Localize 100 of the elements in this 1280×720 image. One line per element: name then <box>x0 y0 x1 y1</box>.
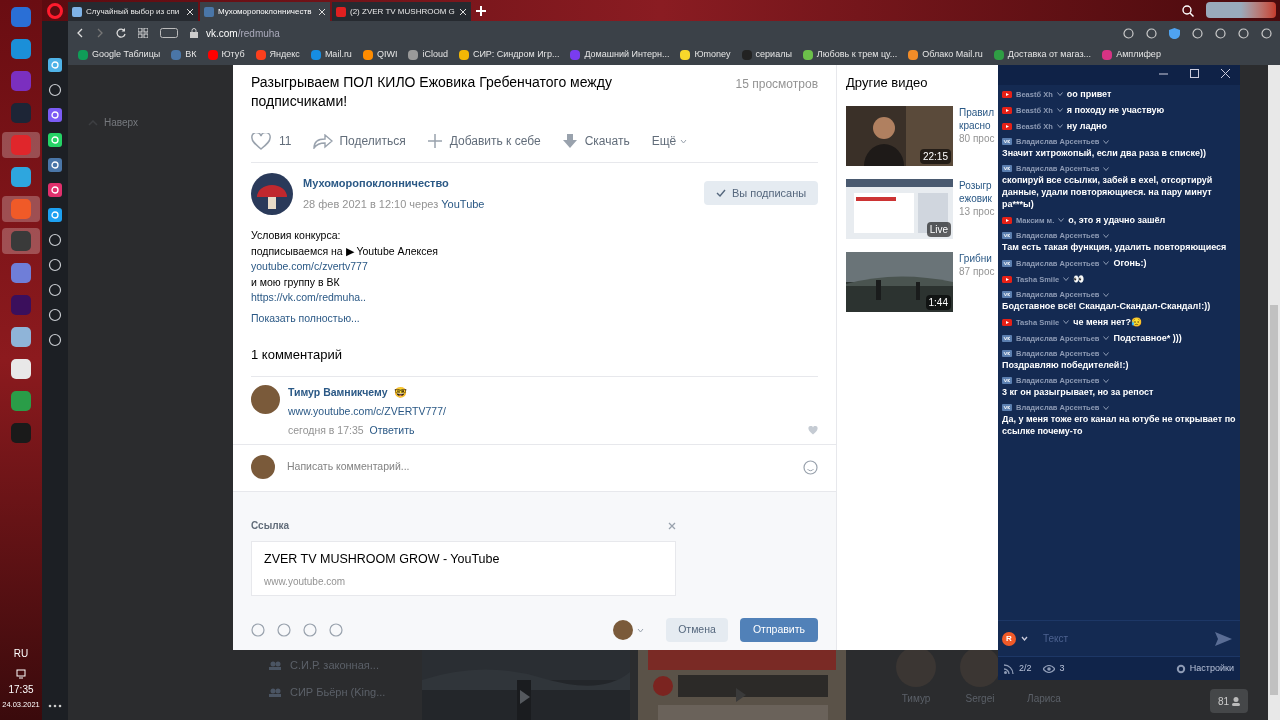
home-icon[interactable] <box>48 58 62 72</box>
forward-icon[interactable] <box>96 28 104 38</box>
app-icon[interactable] <box>10 358 32 380</box>
caret-icon[interactable] <box>1103 292 1110 297</box>
bookmark-link[interactable]: Google Таблицы <box>92 48 161 62</box>
app-icon[interactable] <box>10 326 32 348</box>
chat-source-icon <box>1002 404 1012 411</box>
comment-author[interactable]: Тимур Вамникчему <box>288 385 388 401</box>
chat-message: че меня нет?😥 <box>1073 316 1143 328</box>
video-title-link[interactable]: ежовик <box>959 191 995 205</box>
search-icon[interactable] <box>1182 5 1194 17</box>
phone-bubble-icon[interactable] <box>48 133 62 147</box>
download-button[interactable]: Скачать <box>562 132 630 150</box>
bookmark-link[interactable]: Mail.ru <box>324 48 352 62</box>
bookmark-link[interactable]: сериалы <box>755 48 792 62</box>
avatar[interactable] <box>251 455 275 480</box>
bird-icon[interactable] <box>48 208 62 222</box>
add-button[interactable]: Добавить к себе <box>427 132 541 150</box>
author-link[interactable]: Мухоморопоклонничество <box>303 175 694 192</box>
caret-icon[interactable] <box>1021 636 1028 641</box>
caret-icon[interactable] <box>1063 277 1070 281</box>
bookmark-link[interactable]: Яндекс <box>269 48 300 62</box>
app-icon[interactable] <box>10 166 32 188</box>
bookmark-link[interactable]: Любовь к трем цу... <box>816 48 898 62</box>
shield-icon[interactable] <box>1169 27 1180 39</box>
description-link[interactable]: https://vk.com/redmuha.. <box>251 291 366 303</box>
grid-icon[interactable] <box>138 28 148 38</box>
link-preview-card[interactable]: ZVER TV MUSHROOM GROW - YouTube www.youtube.com <box>251 541 676 596</box>
clock-time: 17:35 <box>8 684 34 695</box>
language-indicator[interactable]: RU <box>13 645 29 661</box>
cancel-button[interactable]: Отмена <box>666 618 728 642</box>
browser-logo-icon[interactable] <box>47 3 63 19</box>
new-tab-icon[interactable] <box>475 6 486 16</box>
vpn-badge-icon[interactable] <box>160 28 178 38</box>
chat-input[interactable]: Текст <box>1043 631 1210 646</box>
messenger-icon[interactable] <box>48 108 62 122</box>
network-icon[interactable] <box>15 666 27 679</box>
video-title-link[interactable]: Правил <box>959 105 995 119</box>
caret-icon[interactable] <box>1103 261 1110 265</box>
send-button[interactable]: Отправить <box>740 618 818 642</box>
plus-icon <box>427 134 442 148</box>
comment-link[interactable]: www.youtube.com/c/ZVERTV777/ <box>288 403 818 420</box>
caret-icon[interactable] <box>1103 233 1110 238</box>
video-title-link[interactable]: Розыгр <box>959 178 995 192</box>
chat-message: о, это я удачно зашёл <box>1068 214 1166 226</box>
caret-icon[interactable] <box>1103 405 1110 410</box>
caret-icon[interactable] <box>1056 124 1063 128</box>
online-counter[interactable]: 81 <box>1210 689 1248 713</box>
settings-button[interactable]: Настройки <box>1175 661 1234 676</box>
close-icon[interactable] <box>1221 69 1230 78</box>
scrollbar[interactable] <box>1268 65 1280 720</box>
caret-icon <box>680 138 688 144</box>
bookmark-link[interactable]: Облако Mail.ru <box>922 48 983 62</box>
caret-icon[interactable] <box>1103 351 1110 356</box>
emoji-icon[interactable] <box>803 459 818 475</box>
more-button[interactable]: Ещё <box>651 132 688 150</box>
more-icon[interactable] <box>48 704 62 708</box>
browser-tab[interactable]: Мухоморопоклонничеств <box>200 2 330 21</box>
bookmark-link[interactable]: Доставка от магаз... <box>1007 48 1092 62</box>
back-icon[interactable] <box>76 28 84 38</box>
window-controls[interactable] <box>1206 2 1276 18</box>
bookmark-link[interactable]: Амплифер <box>1116 48 1161 62</box>
chat-bubble-icon[interactable] <box>48 158 62 172</box>
share-button[interactable]: Поделиться <box>313 132 406 150</box>
bookmark-link[interactable]: iCloud <box>422 48 448 62</box>
bookmark-link[interactable]: Ютуб <box>221 48 245 62</box>
bookmark-link[interactable]: QIWI <box>376 48 398 62</box>
show-more-link[interactable]: Показать полностью... <box>251 311 360 324</box>
caret-icon[interactable] <box>1056 108 1063 112</box>
address-field[interactable]: vk.com/redmuha <box>206 25 280 41</box>
caret-icon[interactable] <box>1058 218 1065 222</box>
chat-source-icon <box>1002 350 1012 357</box>
video-title-link[interactable]: красно <box>959 118 995 132</box>
caret-icon[interactable] <box>1103 336 1110 340</box>
caret-icon[interactable] <box>1103 139 1110 144</box>
avatar[interactable] <box>251 173 293 215</box>
bookmark-link[interactable]: ВК <box>185 48 197 62</box>
bookmark-link[interactable]: Домашний Интерн... <box>584 48 670 62</box>
reply-link[interactable]: Ответить <box>369 422 415 439</box>
maximize-icon[interactable] <box>1190 69 1199 78</box>
subscribed-button[interactable]: Вы подписаны <box>704 181 818 205</box>
avatar[interactable] <box>896 647 936 687</box>
caret-icon[interactable] <box>1103 378 1110 383</box>
browser-tab[interactable]: Случайный выбор из спи <box>68 2 198 21</box>
comment-field[interactable]: Написать комментарий... <box>287 459 791 476</box>
bookmark-link[interactable]: Юmoney <box>694 48 731 62</box>
chat-source-icon <box>1002 165 1012 172</box>
caret-icon[interactable] <box>1103 166 1110 171</box>
description-link[interactable]: youtube.com/c/zvertv777 <box>251 260 368 272</box>
caret-icon[interactable] <box>1056 92 1063 96</box>
reload-icon[interactable] <box>116 28 126 38</box>
video-title-link[interactable]: Грибни <box>959 251 995 265</box>
app-icon[interactable] <box>10 38 32 60</box>
source-link[interactable]: YouTube <box>441 195 485 212</box>
bookmark-link[interactable]: СИР: Синдром Игр... <box>472 48 560 62</box>
caret-icon[interactable] <box>1063 320 1070 324</box>
page-icon <box>336 6 346 17</box>
avatar[interactable] <box>251 385 280 414</box>
page-icon <box>72 6 82 17</box>
browser-tab[interactable]: (2) ZVER TV MUSHROOM G <box>332 2 471 21</box>
